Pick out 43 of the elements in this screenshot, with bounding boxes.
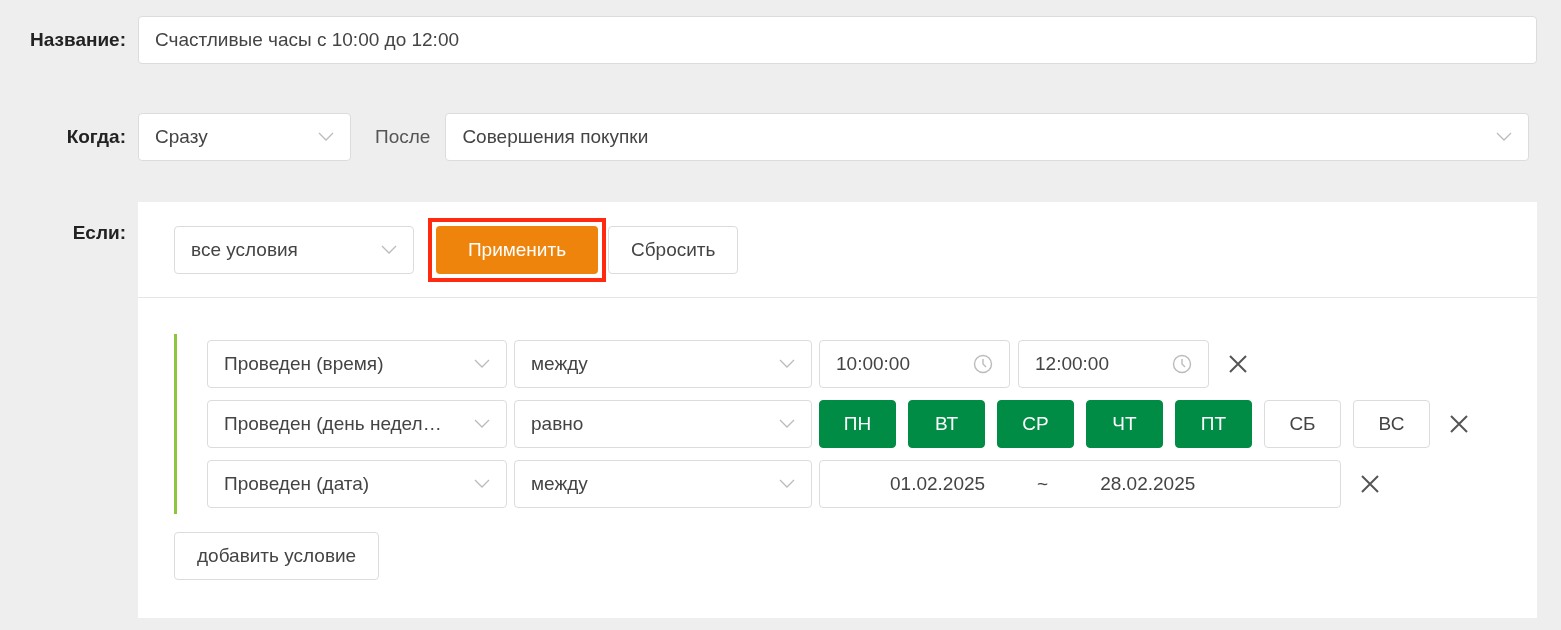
chevron-down-icon xyxy=(318,132,334,142)
chevron-down-icon xyxy=(474,359,490,369)
field-label: Название: xyxy=(29,29,126,51)
after-label: После xyxy=(375,126,431,148)
chevron-down-icon xyxy=(779,479,795,489)
name-input[interactable]: Счастливые часы с 10:00 до 12:00 xyxy=(138,16,1537,64)
weekday-toggle[interactable]: СР xyxy=(997,400,1074,448)
weekday-toggle[interactable]: ПТ xyxy=(1175,400,1252,448)
field-label: Если: xyxy=(71,222,126,244)
date-range-input[interactable]: 01.02.2025 ~ 28.02.2025 xyxy=(819,460,1341,508)
chevron-down-icon xyxy=(779,359,795,369)
weekday-toggle[interactable]: ВТ xyxy=(908,400,985,448)
reset-button[interactable]: Сбросить xyxy=(608,225,739,274)
chevron-down-icon xyxy=(381,244,397,255)
end-date: 28.02.2025 xyxy=(1100,473,1196,495)
operator-select[interactable]: между xyxy=(514,460,812,508)
operator-select[interactable]: между xyxy=(514,340,812,388)
chevron-down-icon xyxy=(474,419,490,429)
weekday-toggle[interactable]: ПН xyxy=(819,400,896,448)
weekday-toggle[interactable]: СБ xyxy=(1264,400,1341,448)
field-select[interactable]: Проведен (время) xyxy=(207,340,507,388)
range-separator: ~ xyxy=(1037,473,1049,495)
weekday-toggle[interactable]: ВС xyxy=(1353,400,1430,448)
close-icon[interactable] xyxy=(1360,474,1380,494)
chevron-down-icon xyxy=(474,479,490,489)
field-select[interactable]: Проведен (день недел… xyxy=(207,400,507,448)
start-date: 01.02.2025 xyxy=(890,473,986,495)
weekday-toggle[interactable]: ЧТ xyxy=(1086,400,1163,448)
field-label: Когда: xyxy=(65,126,126,148)
close-icon[interactable] xyxy=(1449,414,1469,434)
chevron-down-icon xyxy=(1496,132,1513,142)
timing-select[interactable]: Сразу xyxy=(138,113,351,161)
add-condition-button[interactable]: добавить условие xyxy=(174,532,380,580)
operator-select[interactable]: равно xyxy=(514,400,812,448)
event-select[interactable]: Совершения покупки xyxy=(445,113,1530,161)
chevron-down-icon xyxy=(779,419,795,429)
time-input[interactable]: 10:00:00 xyxy=(819,340,1010,388)
time-input[interactable]: 12:00:00 xyxy=(1018,340,1209,388)
close-icon[interactable] xyxy=(1228,354,1248,374)
clock-icon xyxy=(973,354,993,374)
field-select[interactable]: Проведен (дата) xyxy=(207,460,507,508)
match-select[interactable]: все условия xyxy=(174,225,414,274)
clock-icon xyxy=(1172,354,1192,374)
